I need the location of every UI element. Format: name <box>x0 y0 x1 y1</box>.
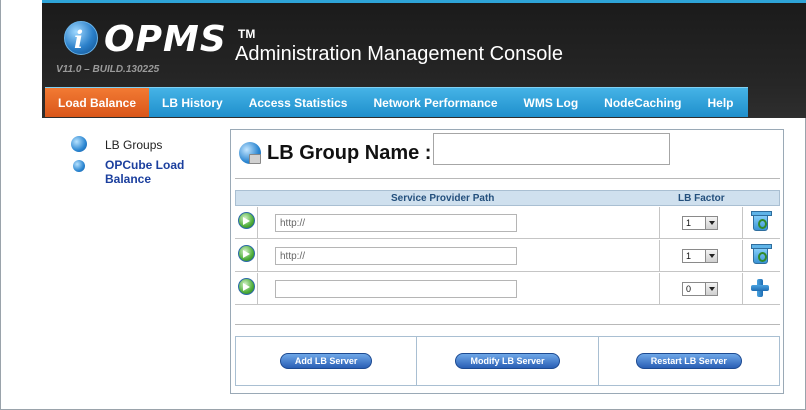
table-row: http:// 1 <box>235 240 780 272</box>
logo-globe-icon: i <box>64 21 98 55</box>
cell-divider <box>659 207 660 238</box>
version-label: V11.0 – BUILD.130225 <box>56 64 160 75</box>
cell-divider <box>659 240 660 271</box>
sidebar-groups-label: LB Groups <box>105 138 163 152</box>
button-cell: Modify LB Server <box>417 337 599 385</box>
group-name-row: LB Group Name : <box>239 136 431 170</box>
lb-factor-value: 0 <box>686 284 692 294</box>
lb-factor-select[interactable]: 0 <box>682 282 718 296</box>
cell-divider <box>257 207 258 238</box>
cell-divider <box>742 207 743 238</box>
sidebar-item-opcube[interactable]: OPCube Load Balance <box>71 158 211 186</box>
lb-factor-select[interactable]: 1 <box>682 249 718 263</box>
nav-access-statistics[interactable]: Access Statistics <box>236 88 361 117</box>
go-arrow-icon[interactable] <box>238 212 255 229</box>
lb-factor-value: 1 <box>686 218 692 228</box>
globe-small-icon <box>73 160 85 172</box>
chevron-down-icon <box>705 283 717 295</box>
app-frame: i OPMS TM V11.0 – BUILD.130225 Administr… <box>0 0 806 410</box>
go-arrow-icon[interactable] <box>238 245 255 262</box>
lb-factor-value: 1 <box>686 251 692 261</box>
col-lb-factor: LB Factor <box>678 193 725 204</box>
cell-divider <box>742 273 743 304</box>
chevron-down-icon <box>705 217 717 229</box>
divider <box>235 178 780 179</box>
service-path-input[interactable]: http:// <box>275 247 517 265</box>
divider <box>235 324 780 325</box>
col-service-provider-path: Service Provider Path <box>391 193 495 204</box>
go-arrow-icon[interactable] <box>238 278 255 295</box>
nav-load-balance[interactable]: Load Balance <box>45 88 150 117</box>
nav-help[interactable]: Help <box>695 88 747 117</box>
recycle-bin-icon[interactable] <box>751 244 772 264</box>
table-header: Service Provider Path LB Factor <box>235 190 780 206</box>
group-name-input[interactable] <box>433 133 670 165</box>
table-row: 0 <box>235 273 780 305</box>
cell-divider <box>659 273 660 304</box>
globe-icon <box>71 136 87 152</box>
chevron-down-icon <box>705 250 717 262</box>
add-lb-server-button[interactable]: Add LB Server <box>279 353 373 369</box>
main-nav: Load Balance LB History Access Statistic… <box>45 87 748 117</box>
button-cell: Add LB Server <box>236 337 418 385</box>
sidebar-group-link[interactable]: OPCube Load Balance <box>105 158 195 186</box>
button-cell: Restart LB Server <box>599 337 779 385</box>
restart-lb-server-button[interactable]: Restart LB Server <box>635 353 742 369</box>
console-title: Administration Management Console <box>235 43 563 65</box>
nav-nodecaching[interactable]: NodeCaching <box>591 88 694 117</box>
nav-network-performance[interactable]: Network Performance <box>360 88 510 117</box>
network-globe-icon <box>239 142 261 164</box>
cell-divider <box>257 273 258 304</box>
service-path-input[interactable]: http:// <box>275 214 517 232</box>
group-name-label: LB Group Name : <box>267 141 432 164</box>
service-path-input[interactable] <box>275 280 517 298</box>
lb-group-panel: LB Group Name : Service Provider Path LB… <box>230 129 784 394</box>
table-row: http:// 1 <box>235 207 780 239</box>
recycle-bin-icon[interactable] <box>751 211 772 231</box>
modify-lb-server-button[interactable]: Modify LB Server <box>455 353 560 369</box>
logo-letter: i <box>74 25 84 54</box>
nav-wms-log[interactable]: WMS Log <box>511 88 592 117</box>
button-bar: Add LB Server Modify LB Server Restart L… <box>235 336 780 386</box>
nav-lb-history[interactable]: LB History <box>149 88 236 117</box>
add-plus-icon[interactable] <box>751 279 769 297</box>
sidebar: LB Groups OPCube Load Balance <box>71 136 211 192</box>
logo-trademark: TM <box>238 27 256 41</box>
logo-text: OPMS <box>104 19 227 60</box>
sidebar-lb-groups[interactable]: LB Groups <box>71 136 211 152</box>
cell-divider <box>257 240 258 271</box>
cell-divider <box>742 240 743 271</box>
lb-factor-select[interactable]: 1 <box>682 216 718 230</box>
